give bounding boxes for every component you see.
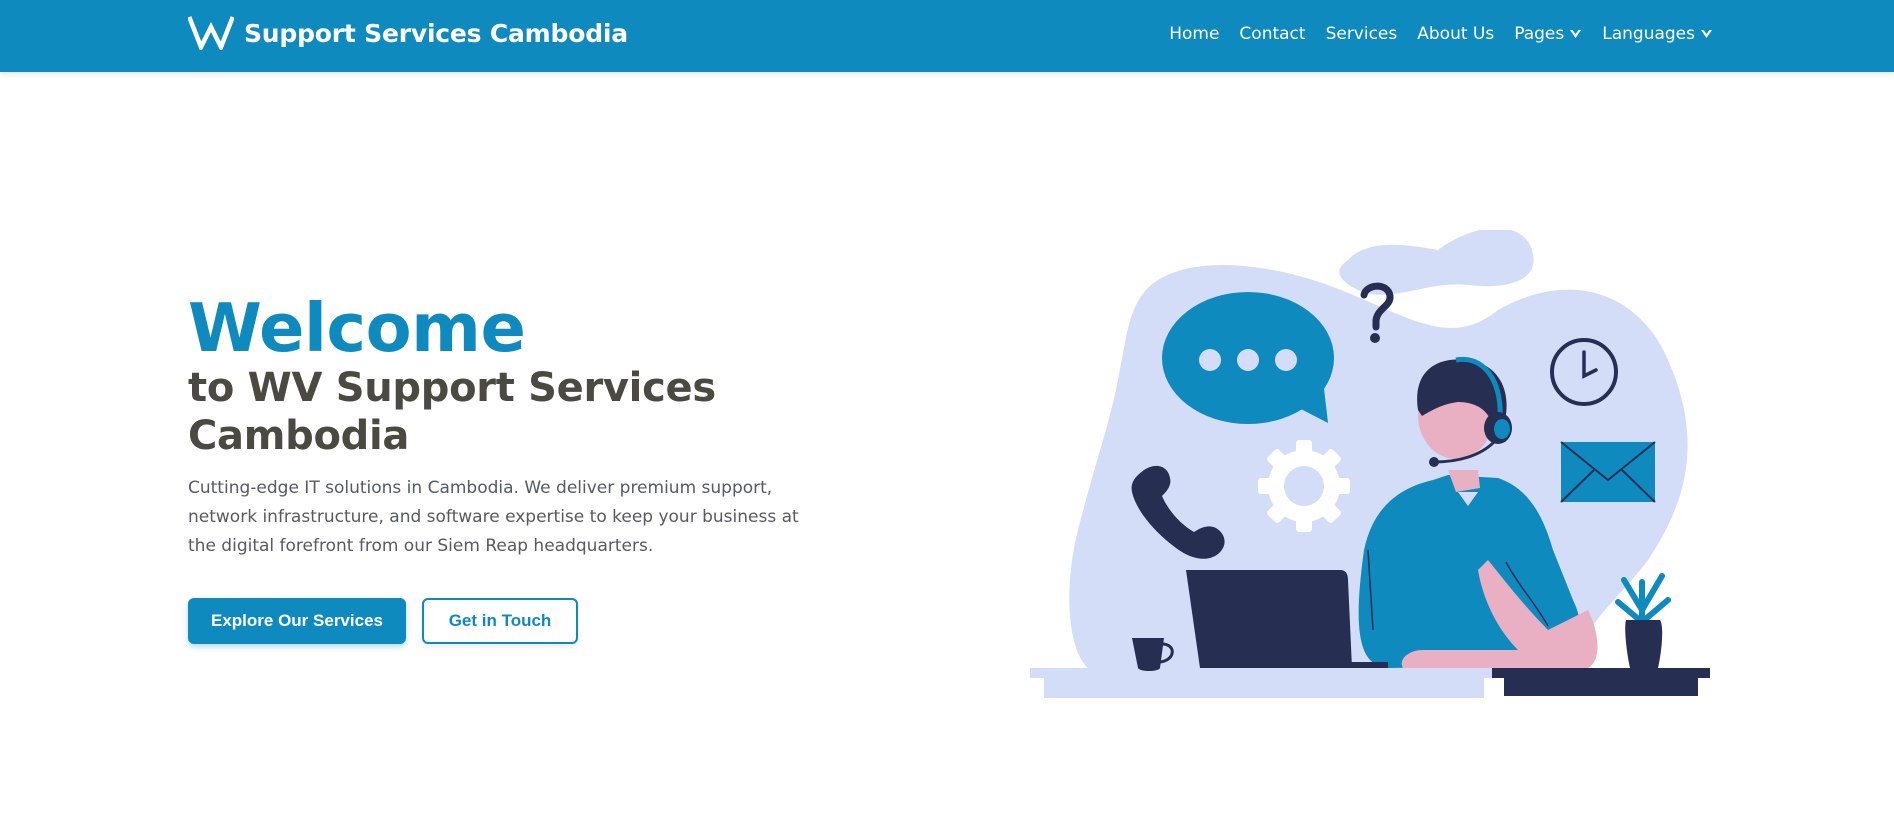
- caret-down-icon: [1701, 30, 1712, 38]
- hero-description: Cutting-edge IT solutions in Cambodia. W…: [188, 478, 799, 556]
- nav-about-us[interactable]: About Us: [1417, 24, 1494, 44]
- main-nav: Home Contact Services About Us Pages Lan…: [1169, 0, 1713, 68]
- nav-languages-dropdown[interactable]: Languages: [1602, 24, 1713, 44]
- get-in-touch-button[interactable]: Get in Touch: [422, 598, 578, 644]
- top-navbar: Support Services Cambodia Home Contact S…: [0, 0, 1894, 72]
- chat-bubble-icon: [1162, 292, 1334, 424]
- caret-down-icon: [1570, 30, 1582, 38]
- gear-icon: [1258, 440, 1350, 532]
- explore-services-button[interactable]: Explore Our Services: [188, 598, 406, 644]
- side-table-top: [1492, 668, 1710, 678]
- nav-pages-dropdown[interactable]: Pages: [1514, 24, 1582, 44]
- nav-services[interactable]: Services: [1326, 24, 1398, 44]
- hero-subheading: to WV Support Services Cambodia: [188, 365, 716, 459]
- desk-front: [1044, 678, 1484, 698]
- hero-section: Welcome to WV Support Services Cambodia …: [188, 290, 828, 561]
- nav-home[interactable]: Home: [1169, 24, 1219, 44]
- plant-icon: [1615, 573, 1671, 668]
- side-table-body: [1504, 678, 1698, 696]
- envelope-icon: [1560, 441, 1656, 503]
- hero-buttons: Explore Our Services Get in Touch: [188, 598, 578, 644]
- desk-surface: [1030, 668, 1510, 678]
- nav-contact[interactable]: Contact: [1239, 24, 1305, 44]
- nav-pages-label: Pages: [1514, 24, 1565, 44]
- hero-heading: Welcome: [188, 289, 526, 367]
- nav-languages-label: Languages: [1602, 24, 1695, 44]
- wv-logo-icon: [188, 16, 234, 50]
- support-agent-illustration: [1030, 230, 1710, 698]
- brand-name: Support Services Cambodia: [244, 18, 628, 48]
- brand-link[interactable]: Support Services Cambodia: [188, 16, 628, 50]
